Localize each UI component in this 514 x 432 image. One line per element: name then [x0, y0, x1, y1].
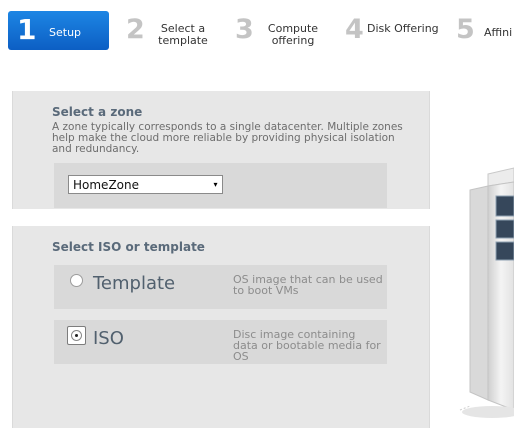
zone-select[interactable]: HomeZone ▾: [68, 175, 223, 194]
chevron-down-icon[interactable]: ▾: [211, 178, 220, 191]
step-label: Disk Offering: [367, 22, 439, 35]
step-compute-offering[interactable]: 3 Compute offering: [235, 11, 325, 49]
step-number: 2: [126, 14, 145, 45]
step-number: 4: [345, 14, 364, 45]
wizard-steps: 1 Setup 2 Select a template 3 Compute of…: [0, 0, 514, 56]
iso-option[interactable]: ISO Disc image containing data or bootab…: [54, 320, 387, 364]
step-setup[interactable]: 1 Setup: [8, 11, 109, 50]
zone-select-value: HomeZone: [73, 178, 139, 192]
step-affinity[interactable]: 5 Affini: [456, 11, 514, 49]
zone-select-container: HomeZone ▾: [54, 163, 387, 208]
template-option-description: OS image that can be used to boot VMs: [233, 273, 383, 297]
step-label: Affini: [484, 26, 513, 39]
iso-radio[interactable]: [67, 326, 86, 345]
step-label: Select a template: [158, 22, 208, 47]
radio-dot: [75, 334, 78, 337]
zone-title: Select a zone: [52, 105, 143, 119]
iso-option-label: ISO: [93, 328, 124, 349]
source-panel: Select ISO or template Template OS image…: [12, 226, 430, 428]
step-number: 5: [456, 14, 475, 45]
radio-ring: [71, 330, 82, 341]
zone-panel: Select a zone A zone typically correspon…: [12, 91, 430, 209]
template-option[interactable]: Template OS image that can be used to bo…: [54, 265, 387, 309]
step-label: Compute offering: [267, 22, 319, 47]
zone-description: A zone typically corresponds to a single…: [52, 121, 403, 155]
step-select-template[interactable]: 2 Select a template: [126, 11, 216, 49]
iso-option-description: Disc image containing data or bootable m…: [233, 328, 381, 363]
step-number: 1: [17, 13, 37, 46]
template-option-label: Template: [93, 273, 176, 294]
source-title: Select ISO or template: [52, 240, 205, 254]
server-illustration: [456, 160, 514, 428]
server-icon: [459, 167, 514, 418]
step-label: Setup: [49, 26, 82, 39]
template-radio[interactable]: [70, 274, 83, 287]
step-number: 3: [235, 14, 254, 45]
step-disk-offering[interactable]: 4 Disk Offering: [345, 11, 445, 49]
